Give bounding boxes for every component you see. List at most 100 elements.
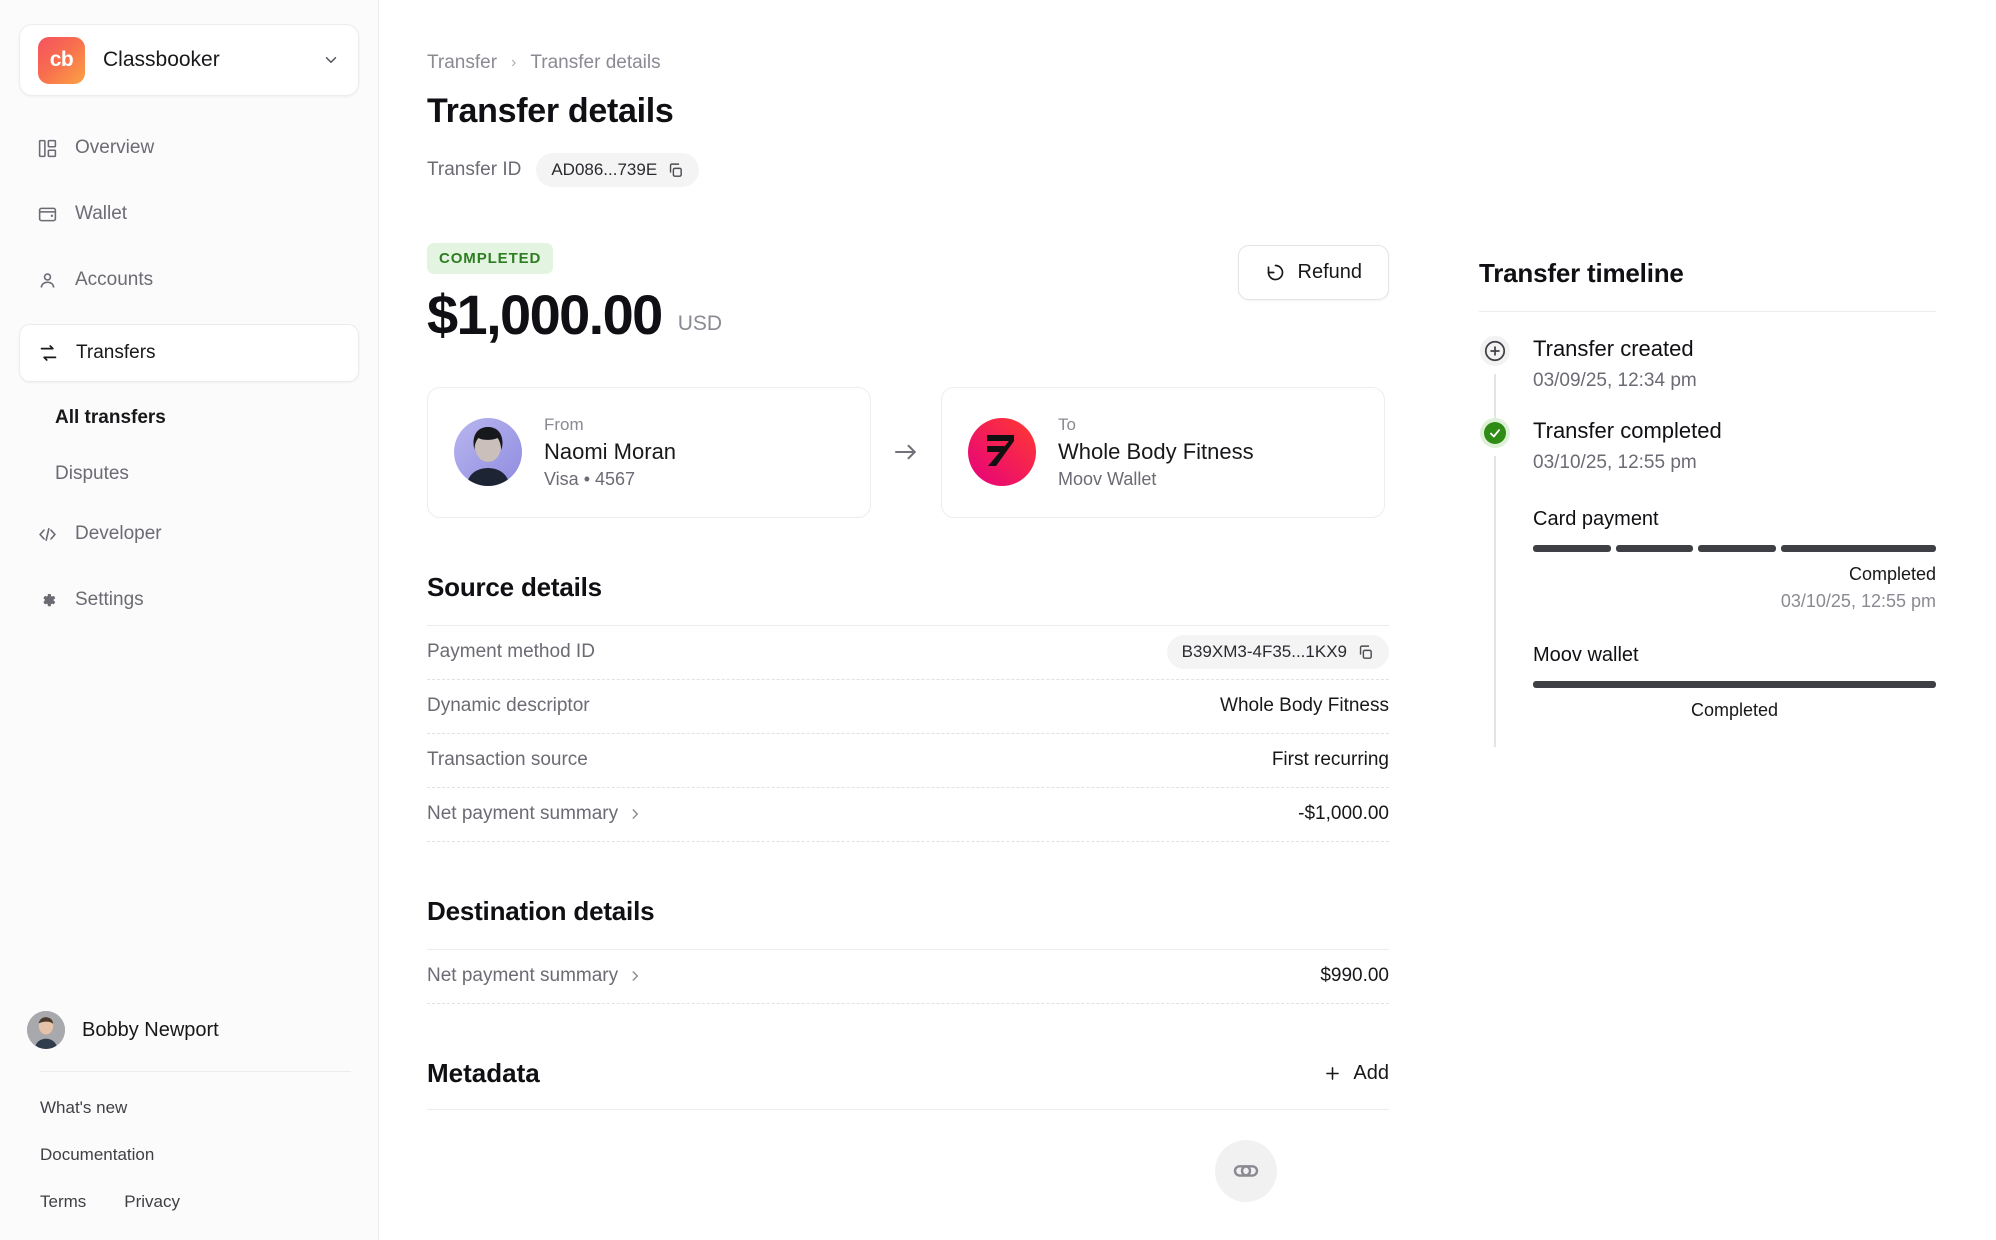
timeline-event-time: 03/10/25, 12:55 pm bbox=[1533, 452, 1697, 473]
breadcrumb-item-transfer-details[interactable]: Transfer details bbox=[530, 52, 660, 74]
sidebar-item-settings[interactable]: Settings bbox=[19, 578, 359, 622]
timeline-rule bbox=[1479, 311, 1936, 312]
timeline-column: Transfer timeline Transfer created 03/09 bbox=[1427, 52, 1996, 1110]
row-value: B39XM3-4F35...1KX9 bbox=[1181, 642, 1347, 662]
transfer-id-row: Transfer ID AD086...739E bbox=[427, 153, 1427, 187]
timeline-gutter bbox=[1479, 418, 1511, 747]
footer-legal-links: Terms Privacy bbox=[40, 1192, 338, 1240]
table-row: Payment method ID B39XM3-4F35...1KX9 bbox=[427, 626, 1389, 680]
table-row: Transaction source First recurring bbox=[427, 734, 1389, 788]
page-title: Transfer details bbox=[427, 92, 674, 130]
card-payment-progress-bar bbox=[1533, 545, 1936, 552]
sidebar-item-transfers[interactable]: Transfers bbox=[19, 324, 359, 382]
content-wrap: Transfer › Transfer details Transfer det… bbox=[379, 52, 1996, 1110]
transfer-id-value: AD086...739E bbox=[551, 160, 658, 179]
progress-segment bbox=[1533, 681, 1936, 688]
row-key: Transaction source bbox=[427, 749, 588, 771]
refund-label: Refund bbox=[1297, 261, 1363, 283]
plus-circle-icon bbox=[1480, 336, 1510, 366]
sidebar-item-label: Accounts bbox=[75, 269, 154, 290]
sidebar-item-developer[interactable]: Developer bbox=[19, 512, 359, 556]
to-party-card[interactable]: To Whole Body Fitness Moov Wallet bbox=[941, 386, 1385, 518]
transfer-id-copy-pill[interactable]: AD086...739E bbox=[536, 153, 700, 187]
code-icon bbox=[37, 524, 58, 545]
card-payment-status-block: Completed 03/10/25, 12:55 pm bbox=[1533, 564, 1936, 612]
org-switcher[interactable]: cb Classbooker bbox=[19, 24, 359, 96]
add-metadata-button[interactable]: Add bbox=[1323, 1062, 1389, 1085]
from-name: Naomi Moran bbox=[544, 438, 677, 464]
list-item: Transfer created 03/09/25, 12:34 pm bbox=[1479, 336, 1936, 418]
sidebar-footer: What's new Documentation Terms Privacy bbox=[0, 1072, 378, 1240]
transfer-currency: USD bbox=[677, 311, 723, 335]
moov-wallet-status-block: Completed bbox=[1533, 700, 1936, 721]
rail-time: 03/10/25, 12:55 pm bbox=[1780, 591, 1936, 611]
transfers-icon bbox=[38, 343, 59, 364]
to-name: Whole Body Fitness bbox=[1058, 438, 1254, 464]
user-menu[interactable]: Bobby Newport bbox=[0, 1011, 378, 1049]
timeline-connector bbox=[1494, 456, 1496, 747]
source-net-payment-summary-toggle[interactable]: Net payment summary bbox=[427, 803, 642, 825]
transfer-direction-arrow-icon bbox=[871, 437, 941, 467]
destination-details-title: Destination details bbox=[427, 895, 655, 926]
sidebar-item-label: Overview bbox=[75, 137, 155, 158]
footer-link-whats-new[interactable]: What's new bbox=[40, 1098, 338, 1118]
timeline-event-body: Transfer completed 03/10/25, 12:55 pm Ca… bbox=[1533, 418, 1936, 747]
footer-link-privacy[interactable]: Privacy bbox=[124, 1192, 180, 1212]
sidebar-item-label: Developer bbox=[75, 523, 162, 544]
org-name: Classbooker bbox=[103, 48, 220, 71]
check-icon bbox=[1484, 422, 1506, 444]
wallet-icon bbox=[37, 204, 58, 225]
footer-link-documentation[interactable]: Documentation bbox=[40, 1145, 338, 1165]
timeline-event-label: Transfer completed bbox=[1533, 418, 1722, 443]
rail-status: Completed bbox=[1690, 700, 1779, 720]
row-value: -$1,000.00 bbox=[1298, 803, 1389, 825]
timeline-event-body: Transfer created 03/09/25, 12:34 pm bbox=[1533, 336, 1936, 418]
sidebar-subitem-label: Disputes bbox=[55, 463, 129, 484]
destination-net-payment-summary-toggle[interactable]: Net payment summary bbox=[427, 965, 642, 987]
sidebar-subitem-disputes[interactable]: Disputes bbox=[19, 454, 359, 494]
metadata-rule bbox=[427, 1108, 1389, 1110]
avatar bbox=[27, 1011, 65, 1049]
row-key: Payment method ID bbox=[427, 641, 595, 663]
app-root: cb Classbooker Overview Wallet Accounts … bbox=[0, 0, 1996, 1240]
timeline-connector bbox=[1494, 374, 1496, 418]
dashboard-icon bbox=[37, 138, 58, 159]
footer-link-terms[interactable]: Terms bbox=[40, 1192, 86, 1212]
timeline-title: Transfer timeline bbox=[1479, 258, 1684, 288]
main-content: Transfer › Transfer details Transfer det… bbox=[379, 0, 1996, 1240]
status-badge: COMPLETED bbox=[427, 243, 554, 274]
attachment-fab-button[interactable] bbox=[1215, 1140, 1277, 1202]
sidebar: cb Classbooker Overview Wallet Accounts … bbox=[0, 0, 379, 1240]
sidebar-subitem-all-transfers[interactable]: All transfers bbox=[19, 398, 359, 438]
details-column: Transfer › Transfer details Transfer det… bbox=[427, 52, 1427, 1110]
sidebar-item-label: Transfers bbox=[76, 342, 156, 363]
breadcrumb-item-transfer[interactable]: Transfer bbox=[427, 52, 497, 74]
refund-button[interactable]: Refund bbox=[1237, 245, 1389, 300]
metadata-header: Metadata Add bbox=[427, 1058, 1389, 1089]
primary-nav: Overview Wallet Accounts Transfers All t… bbox=[0, 126, 378, 644]
sidebar-item-accounts[interactable]: Accounts bbox=[19, 258, 359, 302]
row-value: First recurring bbox=[1271, 749, 1389, 771]
breadcrumb-separator-icon: › bbox=[511, 54, 517, 71]
person-icon bbox=[37, 270, 58, 291]
row-value: Whole Body Fitness bbox=[1220, 695, 1389, 717]
payment-method-id-copy-pill[interactable]: B39XM3-4F35...1KX9 bbox=[1166, 635, 1389, 670]
gear-icon bbox=[37, 590, 58, 611]
timeline-event-time: 03/09/25, 12:34 pm bbox=[1533, 370, 1697, 391]
to-party-text: To Whole Body Fitness Moov Wallet bbox=[1058, 415, 1254, 490]
timeline-gutter bbox=[1479, 336, 1511, 418]
to-sub: Moov Wallet bbox=[1058, 468, 1157, 489]
user-name: Bobby Newport bbox=[82, 1018, 219, 1041]
to-avatar bbox=[968, 418, 1036, 487]
chevron-right-icon bbox=[632, 971, 639, 982]
plus-icon bbox=[1326, 1066, 1340, 1080]
from-kicker: From bbox=[544, 414, 584, 434]
rail-name: Moov wallet bbox=[1533, 644, 1639, 666]
sidebar-item-wallet[interactable]: Wallet bbox=[19, 192, 359, 236]
from-sub: Visa • 4567 bbox=[544, 468, 636, 489]
table-row: Dynamic descriptor Whole Body Fitness bbox=[427, 680, 1389, 734]
copy-icon bbox=[1359, 645, 1372, 659]
row-key: Net payment summary bbox=[427, 803, 619, 825]
sidebar-item-overview[interactable]: Overview bbox=[19, 126, 359, 170]
from-party-card[interactable]: From Naomi Moran Visa • 4567 bbox=[427, 386, 871, 518]
